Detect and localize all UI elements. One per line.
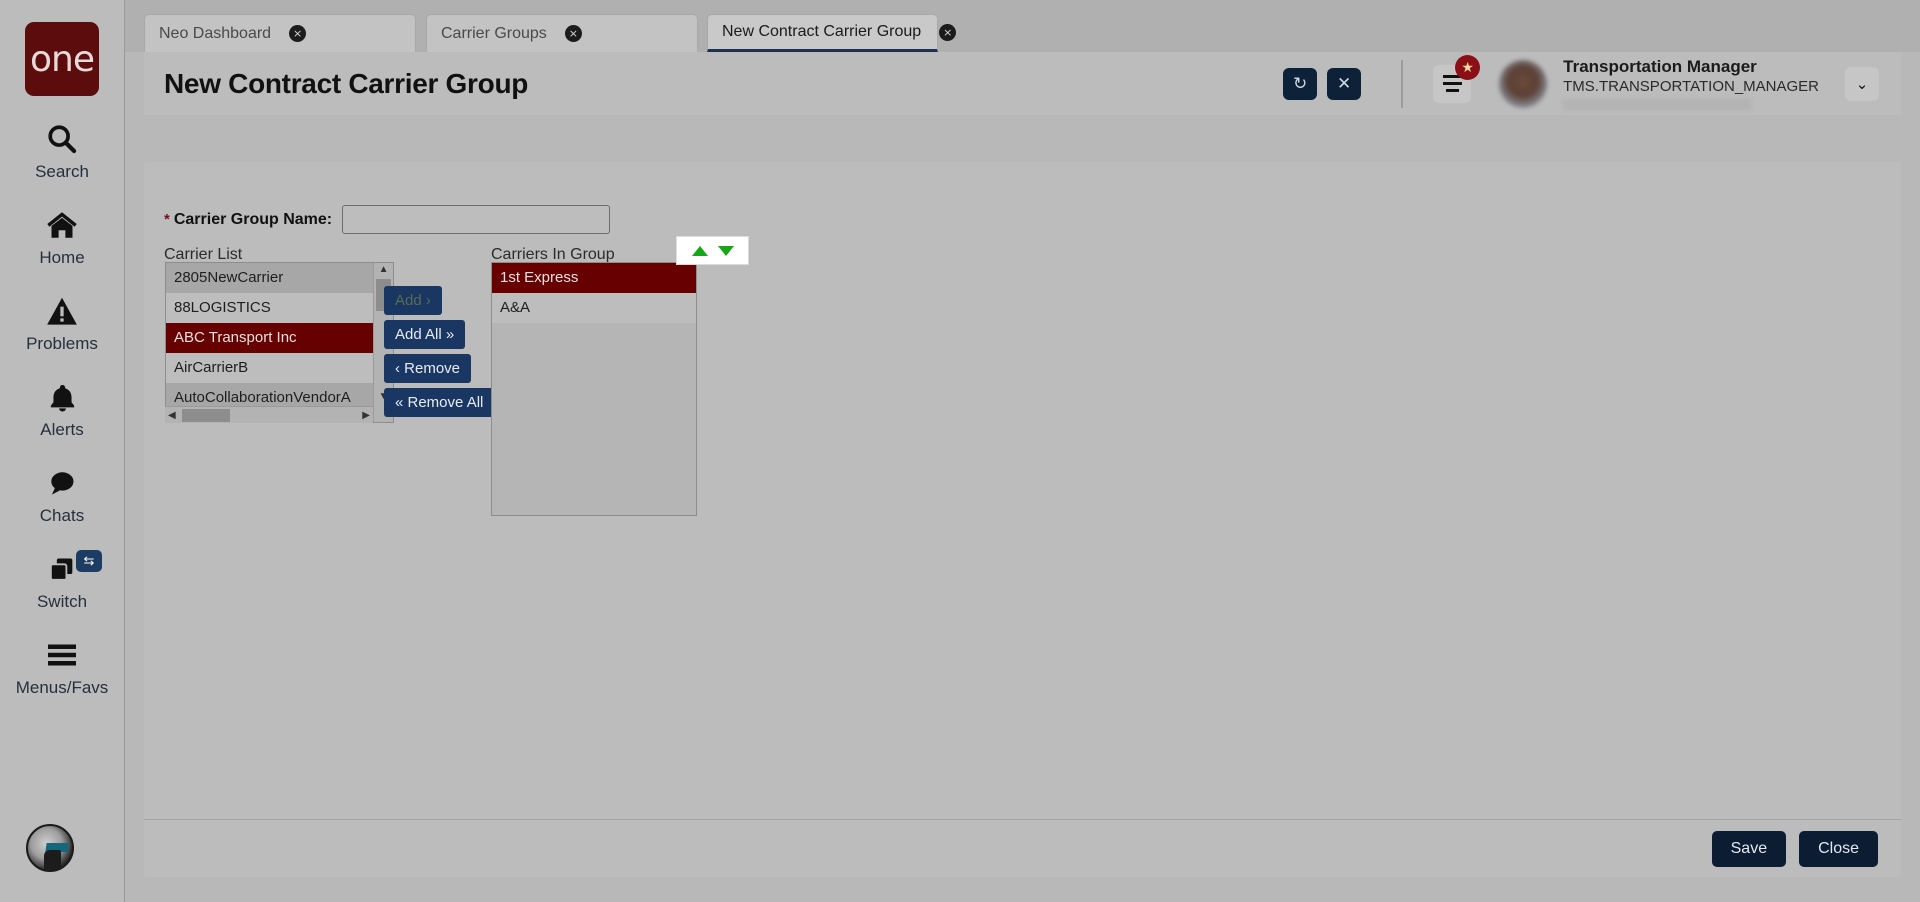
refresh-icon: ↻ bbox=[1293, 73, 1308, 93]
list-item[interactable]: AutoCollaborationVendorA bbox=[166, 383, 374, 406]
favorites-menu-button[interactable]: ★ bbox=[1433, 54, 1481, 103]
carrier-list-horizontal-scrollbar[interactable]: ◀ ▶ bbox=[165, 406, 373, 423]
tab-carrier-groups[interactable]: Carrier Groups × bbox=[426, 14, 698, 52]
sidebar-label-switch: Chats bbox=[39, 506, 85, 525]
user-id: TMS.TRANSPORTATION_MANAGER bbox=[1563, 78, 1819, 95]
carrier-list[interactable]: 2805NewCarrier 88LOGISTICS ABC Transport… bbox=[166, 263, 374, 406]
scrollbar-thumb[interactable] bbox=[182, 409, 230, 422]
tab-label: Carrier Groups bbox=[441, 24, 547, 42]
user-text: Transportation Manager TMS.TRANSPORTATIO… bbox=[1563, 57, 1819, 110]
sidebar-item-switch[interactable]: ⇆ Switch bbox=[0, 548, 124, 612]
tab-bar: Neo Dashboard × Carrier Groups × New Con… bbox=[125, 0, 1920, 52]
switch-icon bbox=[45, 548, 79, 590]
tab-new-contract-carrier-group[interactable]: New Contract Carrier Group × bbox=[707, 14, 957, 52]
user-org-redacted bbox=[1563, 99, 1752, 110]
app-logo[interactable]: one bbox=[25, 22, 99, 96]
hamburger-icon bbox=[45, 634, 79, 676]
sort-down-icon[interactable] bbox=[717, 245, 734, 256]
scroll-left-arrow-icon[interactable]: ◀ bbox=[168, 410, 176, 421]
required-marker: * bbox=[164, 211, 170, 228]
save-button[interactable]: Save bbox=[1711, 830, 1787, 867]
list-item-selected[interactable]: ABC Transport Inc bbox=[166, 323, 374, 353]
remove-button[interactable]: ‹ Remove bbox=[384, 354, 472, 383]
chat-icon bbox=[45, 462, 79, 504]
content-panel: * Carrier Group Name: Carrier List Carri… bbox=[144, 162, 1901, 877]
search-icon bbox=[45, 118, 79, 160]
sidebar-label-home: Home bbox=[39, 248, 85, 267]
sidebar-label-chats: Switch bbox=[36, 592, 88, 611]
assistant-head bbox=[44, 850, 61, 870]
scroll-right-arrow-icon[interactable]: ▶ bbox=[362, 410, 370, 421]
avatar bbox=[1499, 59, 1548, 108]
assistant-avatar-icon[interactable] bbox=[26, 824, 74, 872]
scroll-up-arrow-icon[interactable]: ▲ bbox=[379, 263, 389, 277]
star-icon: ★ bbox=[1455, 54, 1481, 80]
list-item[interactable]: 2805NewCarrier bbox=[166, 263, 374, 293]
page-header: New Contract Carrier Group ↻ ✕ ★ Transpo… bbox=[144, 52, 1901, 115]
tab-label: Neo Dashboard bbox=[159, 24, 272, 42]
carrier-group-name-row: * Carrier Group Name: bbox=[164, 205, 611, 234]
dialog-footer: Save Close bbox=[144, 819, 1901, 877]
tab-label: New Contract Carrier Group bbox=[722, 23, 922, 40]
tab-neo-dashboard[interactable]: Neo Dashboard × bbox=[144, 14, 416, 52]
list-item-selected[interactable]: 1st Express bbox=[492, 263, 696, 293]
close-page-button[interactable]: ✕ bbox=[1327, 67, 1362, 100]
sidebar-label-problems: Problems bbox=[26, 334, 98, 353]
sidebar-label-search: Search bbox=[35, 162, 89, 181]
tab-close-icon[interactable]: × bbox=[939, 23, 957, 41]
sidebar-label-alerts: Alerts bbox=[40, 420, 84, 439]
switch-toggle-badge-icon[interactable]: ⇆ bbox=[76, 550, 102, 572]
sort-up-icon[interactable] bbox=[691, 245, 708, 256]
remove-all-button[interactable]: « Remove All bbox=[384, 388, 495, 417]
list-item[interactable]: A&A bbox=[492, 293, 696, 323]
refresh-button[interactable]: ↻ bbox=[1283, 67, 1318, 100]
home-icon bbox=[44, 204, 80, 246]
list-item[interactable]: 88LOGISTICS bbox=[166, 293, 374, 323]
sidebar-item-problems[interactable]: Problems bbox=[0, 290, 124, 354]
chevron-down-icon[interactable]: ⌄ bbox=[1845, 66, 1879, 101]
add-button[interactable]: Add › bbox=[384, 286, 442, 315]
add-all-button[interactable]: Add All » bbox=[384, 320, 466, 349]
user-profile[interactable]: Transportation Manager TMS.TRANSPORTATIO… bbox=[1499, 57, 1879, 110]
star-glyph: ★ bbox=[1461, 58, 1474, 75]
close-icon: ✕ bbox=[1337, 73, 1352, 93]
carrier-group-name-label: Carrier Group Name: bbox=[173, 210, 333, 228]
sidebar-label-menus-favs: Menus/Favs bbox=[15, 678, 109, 697]
header-divider bbox=[1401, 59, 1404, 108]
left-navigation-rail: one Search Home Problems Alerts Chats ⇆ … bbox=[0, 0, 125, 902]
user-name: Transportation Manager bbox=[1563, 57, 1757, 76]
transfer-button-group: Add › Add All » ‹ Remove « Remove All bbox=[384, 286, 504, 422]
carrier-group-name-input[interactable] bbox=[342, 205, 611, 234]
warning-icon bbox=[45, 290, 79, 332]
sidebar-item-home[interactable]: Home bbox=[0, 204, 124, 268]
carrier-list-box: 2805NewCarrier 88LOGISTICS ABC Transport… bbox=[165, 262, 394, 423]
app-logo-text: one bbox=[30, 38, 95, 80]
close-button[interactable]: Close bbox=[1799, 830, 1878, 867]
page-title: New Contract Carrier Group bbox=[164, 67, 529, 99]
sidebar-item-chats[interactable]: Chats bbox=[0, 462, 124, 526]
sidebar-item-alerts[interactable]: Alerts bbox=[0, 376, 124, 440]
sidebar-item-search[interactable]: Search bbox=[0, 118, 124, 182]
list-item[interactable]: AirCarrierB bbox=[166, 353, 374, 383]
bell-icon bbox=[47, 376, 78, 418]
caret-glyph: ⌄ bbox=[1855, 75, 1869, 93]
header-actions: ↻ ✕ ★ Transportation Manager TMS.TRANSPO… bbox=[1273, 54, 1901, 110]
sidebar-item-menus-favs[interactable]: Menus/Favs bbox=[0, 634, 124, 698]
sort-popover[interactable] bbox=[676, 236, 749, 265]
tab-close-icon[interactable]: × bbox=[289, 25, 307, 42]
tab-close-icon[interactable]: × bbox=[564, 25, 582, 42]
carriers-in-group-list[interactable]: 1st Express A&A bbox=[491, 262, 697, 516]
